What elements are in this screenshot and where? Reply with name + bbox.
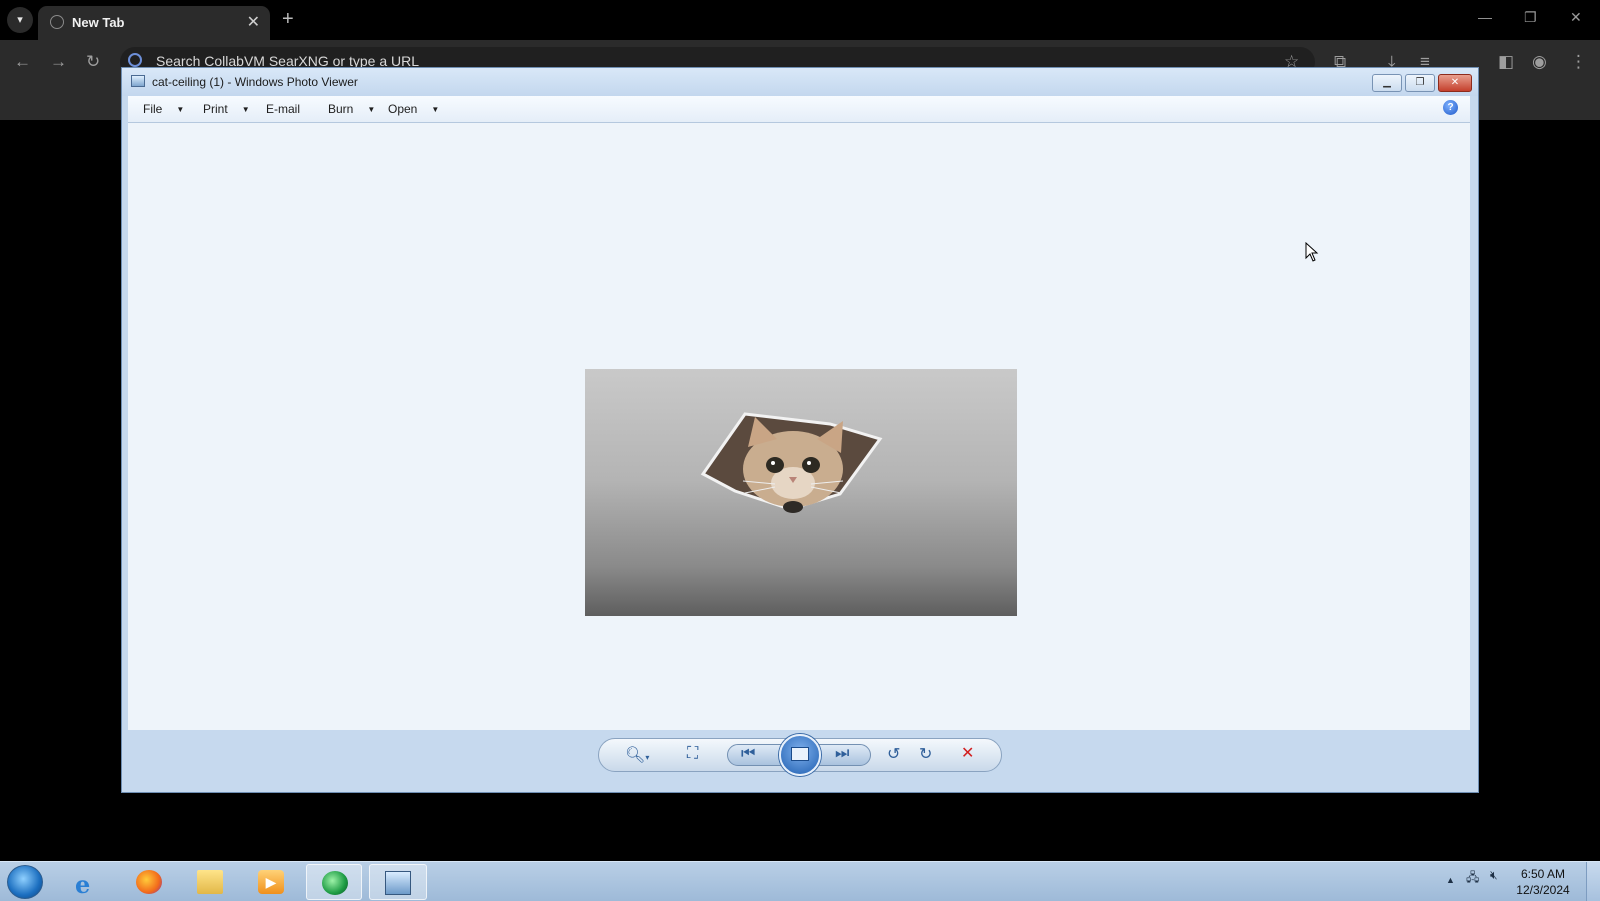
firefox-icon (136, 870, 162, 894)
window-title: cat-ceiling (1) - Windows Photo Viewer (152, 75, 358, 89)
internet-explorer-icon: e (75, 870, 91, 899)
cat-in-ceiling-picture (700, 412, 883, 513)
dropdown-arrow-icon: ▼ (176, 105, 185, 114)
slideshow-icon (791, 747, 809, 761)
tab-title: New Tab (72, 15, 125, 30)
mouse-cursor-icon (1305, 242, 1319, 262)
system-clock[interactable]: 6:50 AM 12/3/2024 (1508, 866, 1578, 898)
tab-search-button[interactable]: ▾ (7, 7, 33, 33)
taskbar-media-player[interactable]: ▶ (243, 864, 299, 900)
browser-minimize-button[interactable]: — (1478, 9, 1492, 25)
dropdown-arrow-icon: ▼ (431, 105, 440, 114)
taskbar-photo-viewer[interactable] (369, 864, 427, 900)
menu-open[interactable]: Open ▼ (388, 102, 439, 116)
image-canvas[interactable] (128, 123, 1470, 730)
rotate-clockwise-icon[interactable]: ↻ (919, 744, 932, 764)
photo-viewer-window: cat-ceiling (1) - Windows Photo Viewer ▁… (121, 67, 1479, 793)
volume-muted-icon[interactable]: 🔇︎ (1490, 868, 1498, 883)
browser-close-button[interactable]: ✕ (1570, 9, 1582, 26)
new-tab-button[interactable]: + (282, 8, 294, 31)
profile-icon[interactable]: ◉ (1532, 52, 1547, 72)
menu-email[interactable]: E-mail (266, 102, 300, 116)
photo-viewer-icon (385, 871, 411, 895)
green-app-icon (322, 871, 348, 895)
taskbar-file-explorer[interactable] (182, 864, 238, 900)
menu-file-label: File (143, 102, 163, 116)
globe-icon (50, 15, 64, 29)
photo-viewer-titlebar[interactable]: cat-ceiling (1) - Windows Photo Viewer ▁… (122, 68, 1478, 96)
media-player-icon: ▶ (258, 870, 284, 894)
taskbar-internet-explorer[interactable]: e (60, 864, 116, 900)
displayed-photo (585, 369, 1017, 616)
help-icon[interactable]: ? (1443, 100, 1458, 115)
tab-close-button[interactable]: ✕ (247, 12, 260, 32)
zoom-dropdown-icon: ▾ (645, 753, 650, 762)
viewer-control-bar: 🔍︎▾ ⛶ ⏮ ⏭ ↺ ↻ ✕ (598, 734, 1002, 776)
dropdown-arrow-icon: ▼ (367, 105, 376, 114)
search-engine-icon (128, 53, 142, 67)
menu-burn-label: Burn (328, 102, 354, 116)
menu-icon[interactable]: ⋮ (1570, 52, 1587, 72)
actual-size-icon[interactable]: ⛶ (687, 745, 698, 763)
close-button[interactable]: ✕ (1438, 74, 1472, 92)
browser-tab[interactable]: New Tab ✕ (38, 6, 270, 40)
slideshow-button[interactable] (779, 734, 821, 776)
menu-burn[interactable]: Burn ▼ (328, 102, 375, 116)
previous-icon[interactable]: ⏮ (741, 745, 755, 763)
taskbar-collabvm-app[interactable] (306, 864, 362, 900)
menu-email-label: E-mail (266, 102, 301, 116)
browser-restore-button[interactable]: ❐ (1524, 9, 1537, 26)
browser-tab-strip: ▾ New Tab ✕ + — ❐ ✕ (0, 0, 1600, 40)
side-panel-icon[interactable]: ◧ (1498, 52, 1514, 72)
photo-viewer-app-icon (131, 75, 145, 87)
clock-time: 6:50 AM (1520, 867, 1566, 881)
start-button[interactable] (7, 865, 43, 899)
back-icon[interactable]: ← (14, 52, 31, 72)
rotate-counterclockwise-icon[interactable]: ↺ (887, 744, 900, 764)
show-desktop-button[interactable] (1586, 862, 1600, 901)
dropdown-arrow-icon: ▼ (241, 105, 250, 114)
delete-icon[interactable]: ✕ (961, 743, 974, 763)
show-hidden-icons-icon[interactable]: ▲ (1446, 875, 1455, 885)
forward-icon[interactable]: → (50, 52, 67, 72)
zoom-icon[interactable]: 🔍︎▾ (625, 745, 649, 765)
maximize-button[interactable]: ❐ (1405, 74, 1435, 92)
menu-print-label: Print (203, 102, 228, 116)
taskbar-firefox[interactable] (121, 864, 177, 900)
menu-file[interactable]: File ▼ (143, 102, 184, 116)
menu-print[interactable]: Print ▼ (203, 102, 250, 116)
minimize-button[interactable]: ▁ (1372, 74, 1402, 92)
network-icon[interactable]: 🖧 (1466, 868, 1479, 889)
folder-icon (197, 870, 223, 894)
reload-icon[interactable]: ↻ (86, 52, 100, 72)
next-icon[interactable]: ⏭ (835, 745, 849, 763)
windows-taskbar: e ▶ ▲ 🖧 🔇︎ 6:50 AM 12/3/2024 (0, 861, 1600, 901)
clock-date: 12/3/2024 (1516, 883, 1570, 897)
menu-open-label: Open (388, 102, 418, 116)
photo-viewer-menubar: File ▼ Print ▼ E-mail Burn ▼ Open ▼ ? (128, 96, 1470, 123)
